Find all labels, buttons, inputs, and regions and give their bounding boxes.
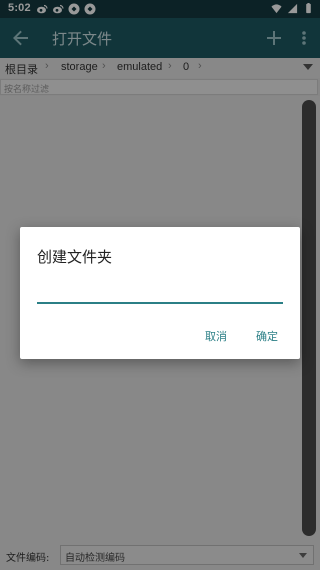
cancel-button[interactable]: 取消 xyxy=(205,328,227,344)
dialog-title: 创建文件夹 xyxy=(37,248,113,266)
folder-name-input[interactable] xyxy=(37,277,283,300)
create-folder-dialog: 创建文件夹 取消 确定 xyxy=(20,227,300,359)
ok-button[interactable]: 确定 xyxy=(256,328,278,344)
folder-name-field xyxy=(37,277,283,304)
